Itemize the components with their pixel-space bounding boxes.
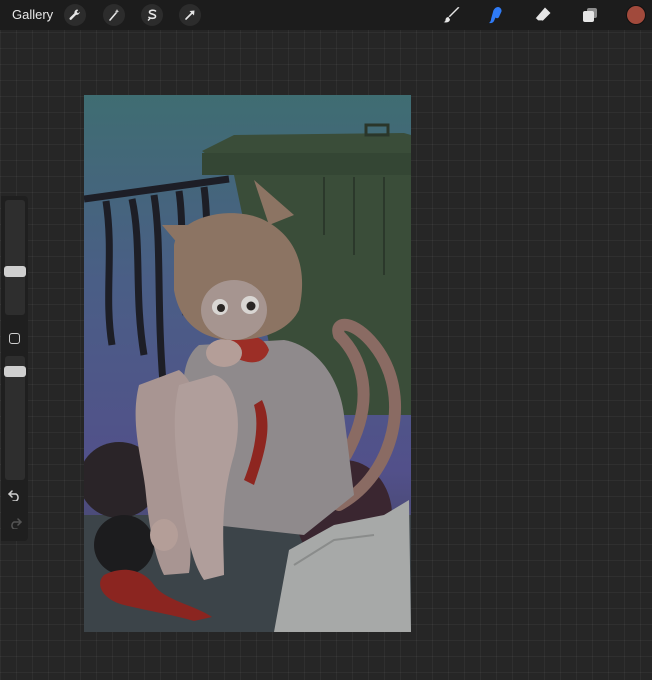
brush-size-slider[interactable] [4, 200, 26, 315]
magic-wand-icon[interactable] [103, 4, 125, 26]
artwork-illustration [84, 95, 411, 632]
drawing-canvas[interactable] [84, 95, 411, 632]
opacity-slider[interactable] [4, 356, 26, 480]
current-color-swatch[interactable] [627, 6, 645, 24]
gallery-button[interactable]: Gallery [12, 7, 53, 22]
top-toolbar: Gallery [0, 0, 652, 30]
opacity-knob[interactable] [4, 366, 26, 377]
eraser-icon[interactable] [531, 3, 555, 27]
undo-icon[interactable] [7, 488, 23, 502]
selection-icon[interactable] [141, 4, 163, 26]
square-modify-icon[interactable] [9, 333, 20, 344]
brush-size-knob[interactable] [4, 266, 26, 277]
layers-icon[interactable] [578, 3, 602, 27]
left-sidebar [1, 196, 28, 541]
wrench-icon[interactable] [64, 4, 86, 26]
transform-arrow-icon[interactable] [179, 4, 201, 26]
smudge-icon[interactable] [484, 3, 508, 27]
brush-icon[interactable] [440, 3, 464, 27]
redo-icon[interactable] [7, 516, 23, 530]
